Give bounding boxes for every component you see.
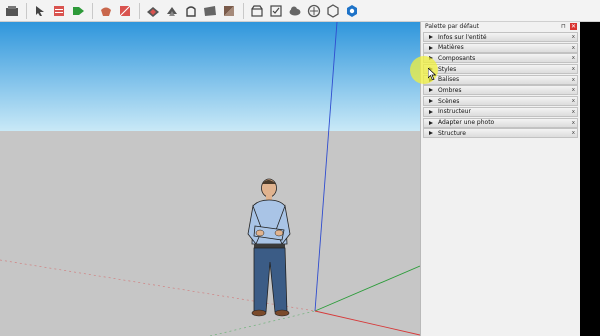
toolbar-separator xyxy=(139,2,140,19)
panel-entity-info[interactable]: Infos sur l'entité x xyxy=(423,32,578,42)
panel-label: Scènes xyxy=(438,97,460,105)
help-icon[interactable] xyxy=(344,3,360,19)
paint-icon[interactable] xyxy=(70,3,86,19)
default-tray: Palette par défaut ⊓ ✕ Infos sur l'entit… xyxy=(420,22,580,336)
panel-styles[interactable]: Styles x xyxy=(423,64,578,75)
panel-close-icon[interactable]: x xyxy=(572,129,575,138)
3d-viewport[interactable] xyxy=(0,22,420,336)
expand-arrow-icon xyxy=(429,45,433,50)
panel-shadows[interactable]: Ombres x xyxy=(423,85,578,96)
panel-tags[interactable]: Balises x xyxy=(423,74,578,85)
panel-outliner[interactable]: Structure x xyxy=(423,128,578,139)
follow-me-icon[interactable] xyxy=(145,3,161,19)
rotate-icon[interactable] xyxy=(202,3,218,19)
panel-match-photo[interactable]: Adapter une photo x xyxy=(423,117,578,128)
warehouse-icon[interactable] xyxy=(249,3,265,19)
move-icon[interactable] xyxy=(183,3,199,19)
panel-materials[interactable]: Matières x xyxy=(423,42,578,53)
tray-title: Palette par défaut xyxy=(425,23,479,30)
ground xyxy=(0,131,420,336)
panel-scenes[interactable]: Scènes x xyxy=(423,96,578,107)
panel-components[interactable]: Composants x xyxy=(423,53,578,64)
panel-close-icon[interactable]: x xyxy=(572,119,575,128)
panel-label: Composants xyxy=(438,54,476,62)
tray-close-button[interactable]: ✕ xyxy=(570,23,577,30)
panel-label: Matières xyxy=(438,44,464,52)
panel-label: Adapter une photo xyxy=(438,119,495,126)
panel-close-icon[interactable]: x xyxy=(572,44,575,53)
panel-close-icon[interactable]: x xyxy=(572,97,575,106)
push-pull-icon[interactable] xyxy=(117,3,133,19)
offset-icon[interactable] xyxy=(164,3,180,19)
panel-close-icon[interactable]: x xyxy=(572,54,575,63)
sky xyxy=(0,22,420,131)
pin-icon[interactable]: ⊓ xyxy=(560,23,567,30)
panel-label: Styles xyxy=(438,65,457,73)
tray-title-bar: Palette par défaut ⊓ ✕ xyxy=(421,22,580,32)
panel-label: Infos sur l'entité xyxy=(438,33,487,41)
toolbar-separator xyxy=(92,2,93,19)
panel-close-icon[interactable]: x xyxy=(572,33,575,42)
cloud-icon[interactable] xyxy=(287,3,303,19)
panel-close-icon[interactable]: x xyxy=(572,108,575,117)
panel-close-icon[interactable]: x xyxy=(572,76,575,85)
panel-instructor[interactable]: Instructeur x xyxy=(423,106,578,117)
panel-label: Structure xyxy=(438,129,466,137)
expand-arrow-icon xyxy=(429,131,433,136)
sync-icon[interactable] xyxy=(325,3,341,19)
extension-icon[interactable] xyxy=(268,3,284,19)
panel-label: Balises xyxy=(438,76,460,84)
panel-close-icon[interactable]: x xyxy=(572,65,575,74)
panel-label: Ombres xyxy=(438,86,462,94)
component-icon[interactable] xyxy=(306,3,322,19)
main-toolbar xyxy=(0,0,600,22)
panel-close-icon[interactable]: x xyxy=(572,86,575,95)
sketchup-window: Palette par défaut ⊓ ✕ Infos sur l'entit… xyxy=(0,0,600,336)
rectangle-icon[interactable] xyxy=(98,3,114,19)
camera-icon[interactable] xyxy=(4,3,20,19)
toolbar-separator xyxy=(243,2,244,19)
expand-arrow-icon xyxy=(429,35,433,39)
panel-label: Instructeur xyxy=(438,108,471,116)
toolbar-separator xyxy=(26,2,27,19)
expand-arrow-icon xyxy=(429,88,433,93)
window-edge xyxy=(580,22,600,336)
erase-icon[interactable] xyxy=(51,3,67,19)
select-icon[interactable] xyxy=(32,3,48,19)
expand-arrow-icon xyxy=(429,99,433,104)
mouse-cursor-icon xyxy=(428,68,436,80)
expand-arrow-icon xyxy=(429,120,433,125)
expand-arrow-icon xyxy=(429,109,433,114)
scale-icon[interactable] xyxy=(221,3,237,19)
